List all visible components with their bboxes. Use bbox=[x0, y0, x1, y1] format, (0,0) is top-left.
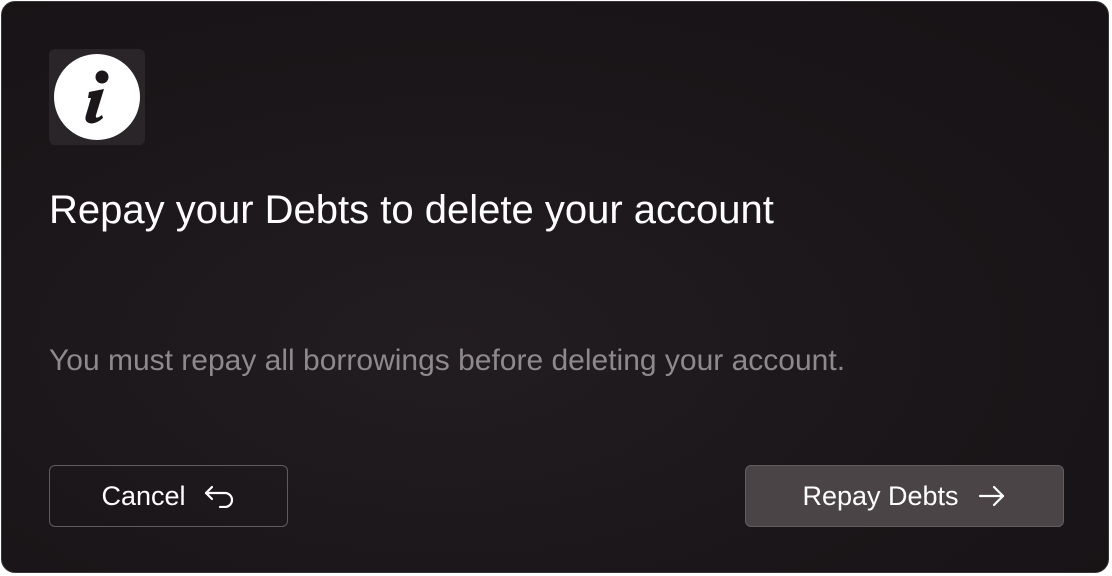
arrow-right-icon bbox=[978, 485, 1004, 507]
delete-account-dialog: Repay your Debts to delete your account … bbox=[1, 1, 1109, 573]
undo-arrow-icon bbox=[204, 485, 233, 508]
repay-debts-button-label: Repay Debts bbox=[802, 480, 959, 511]
cancel-button[interactable]: Cancel bbox=[49, 465, 288, 527]
info-icon-tile bbox=[49, 49, 145, 145]
dialog-title: Repay your Debts to delete your account bbox=[49, 188, 774, 232]
dialog-message: You must repay all borrowings before del… bbox=[49, 344, 846, 377]
repay-debts-button[interactable]: Repay Debts bbox=[745, 465, 1064, 527]
info-icon bbox=[54, 54, 140, 140]
cancel-button-label: Cancel bbox=[101, 480, 186, 511]
